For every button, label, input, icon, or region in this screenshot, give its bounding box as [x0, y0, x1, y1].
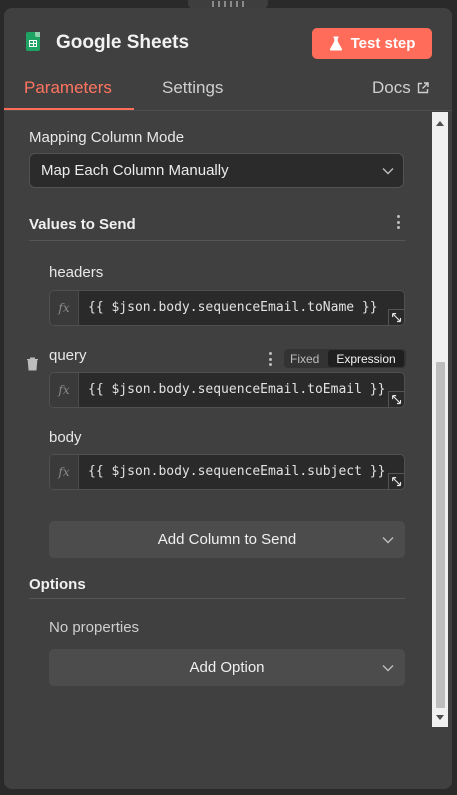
expand-editor-icon[interactable]	[388, 309, 404, 325]
mapping-mode-label: Mapping Column Mode	[29, 129, 185, 146]
field-label-body: body	[49, 429, 82, 446]
trash-icon[interactable]	[26, 357, 39, 371]
chevron-down-icon	[382, 168, 394, 175]
expression-input-headers[interactable]: fx {{ $json.body.sequenceEmail.toName }}	[49, 290, 405, 326]
test-step-button[interactable]: Test step	[312, 28, 432, 59]
header-divider	[4, 110, 452, 111]
mapping-mode-select[interactable]: Map Each Column Manually	[29, 153, 404, 188]
docs-label: Docs	[372, 78, 411, 97]
values-options-kebab-icon[interactable]	[396, 215, 400, 229]
chevron-down-icon	[382, 537, 394, 544]
scroll-down-arrow-icon[interactable]	[436, 715, 444, 720]
toggle-fixed-option[interactable]: Fixed	[290, 352, 319, 366]
tab-bar: Parameters Settings Docs	[4, 78, 452, 114]
scroll-thumb[interactable]	[436, 362, 445, 708]
expression-input-query[interactable]: fx {{ $json.body.sequenceEmail.toEmail }…	[49, 372, 405, 408]
expression-text: {{ $json.body.sequenceEmail.subject }}	[88, 464, 386, 479]
tab-parameters[interactable]: Parameters	[24, 78, 112, 98]
values-section-divider	[29, 240, 405, 241]
fx-icon: fx	[50, 455, 79, 489]
no-properties-text: No properties	[49, 619, 140, 636]
tab-settings[interactable]: Settings	[162, 78, 223, 98]
field-label-headers: headers	[49, 264, 104, 281]
add-option-button[interactable]: Add Option	[49, 649, 405, 686]
options-section-divider	[29, 598, 405, 599]
fx-icon: fx	[50, 291, 79, 325]
expression-input-body[interactable]: fx {{ $json.body.sequenceEmail.subject }…	[49, 454, 405, 490]
fixed-expression-toggle[interactable]: Fixed Expression	[284, 349, 406, 368]
google-sheets-icon	[26, 32, 40, 51]
node-parameters-panel: Google Sheets Test step Parameters Setti…	[4, 8, 452, 789]
add-option-label: Add Option	[189, 659, 265, 676]
add-column-label: Add Column to Send	[157, 531, 297, 548]
external-link-icon	[417, 82, 429, 94]
fx-icon: fx	[50, 373, 79, 407]
field-options-kebab-icon[interactable]	[268, 352, 272, 366]
field-label-query: query	[49, 347, 87, 364]
expand-editor-icon[interactable]	[388, 391, 404, 407]
expand-editor-icon[interactable]	[388, 473, 404, 489]
test-step-label: Test step	[350, 35, 416, 52]
toggle-expression-option[interactable]: Expression	[328, 350, 404, 367]
values-to-send-title: Values to Send	[29, 216, 136, 233]
mapping-mode-value: Map Each Column Manually	[41, 162, 229, 179]
parameters-content: Mapping Column Mode Map Each Column Manu…	[4, 112, 452, 789]
expression-text: {{ $json.body.sequenceEmail.toName }}	[88, 300, 378, 315]
vertical-scrollbar[interactable]	[432, 112, 448, 727]
expression-text: {{ $json.body.sequenceEmail.toEmail }}	[88, 382, 386, 397]
flask-icon	[329, 36, 342, 51]
tab-docs[interactable]: Docs	[372, 78, 429, 98]
node-title[interactable]: Google Sheets	[56, 32, 189, 54]
panel-header: Google Sheets Test step Parameters Setti…	[4, 8, 452, 120]
scroll-up-arrow-icon[interactable]	[436, 121, 444, 126]
options-title: Options	[29, 576, 86, 593]
add-column-to-send-button[interactable]: Add Column to Send	[49, 521, 405, 558]
chevron-down-icon	[382, 665, 394, 672]
